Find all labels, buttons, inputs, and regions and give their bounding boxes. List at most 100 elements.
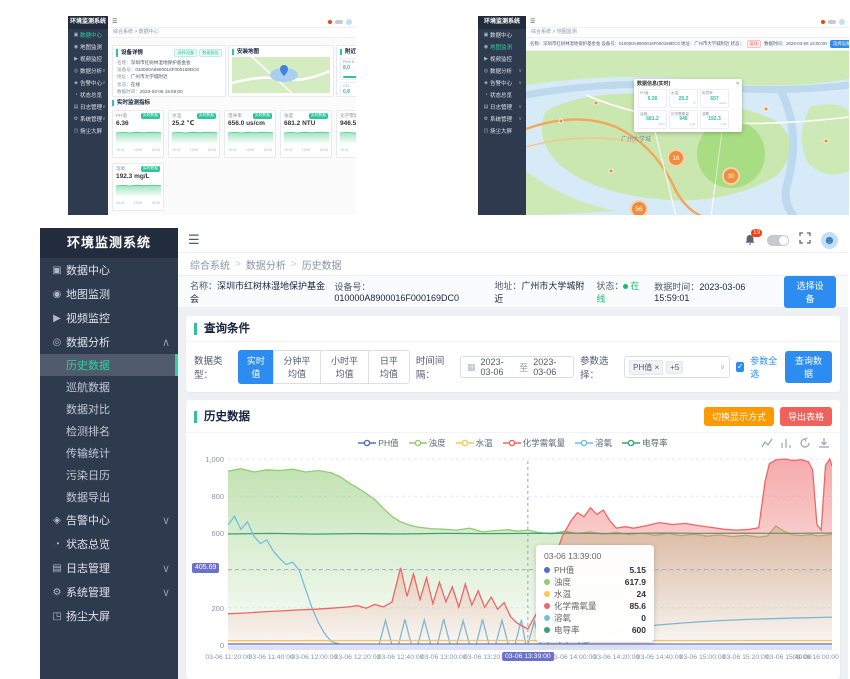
- popup-metric-水温: 水温25.2℃: [669, 89, 698, 108]
- theme-toggle[interactable]: [335, 20, 343, 24]
- legend-item-水温[interactable]: 水温: [456, 437, 493, 449]
- legend-item-PH值[interactable]: PH值: [358, 437, 398, 449]
- select-device-button[interactable]: 选择设备: [830, 40, 849, 48]
- sidebar-subitem-巡航数据[interactable]: 巡航数据: [40, 376, 178, 398]
- sidebar-item-扬尘大屏[interactable]: ◳扬尘大屏: [478, 125, 526, 137]
- select-all-checkbox[interactable]: ✓: [736, 362, 744, 372]
- cluster-marker[interactable]: 56: [631, 201, 647, 215]
- sidebar-subitem-污染日历[interactable]: 污染日历: [40, 464, 178, 486]
- panel-badge[interactable]: 选择设备: [174, 49, 197, 57]
- device-detail-panel: 设备详情选择设备数据报告名称：深圳市红树林湿地保护基金会设备号：010000A8…: [112, 45, 226, 97]
- sidebar-item-数据中心[interactable]: ▣数据中心: [478, 29, 526, 41]
- sidebar-item-地图监测[interactable]: ◉地图监测: [40, 282, 178, 306]
- legend-item-溶氧[interactable]: 溶氧: [575, 437, 612, 449]
- sidebar-subitem-历史数据[interactable]: 历史数据: [40, 354, 178, 376]
- sidebar-subitem-数据导出[interactable]: 数据导出: [40, 486, 178, 508]
- param-tag[interactable]: PH值 ×: [629, 360, 663, 375]
- param-multiselect[interactable]: PH值 × +5 ∨: [624, 356, 730, 378]
- bell-icon[interactable]: [821, 20, 825, 24]
- close-icon[interactable]: ×: [736, 81, 739, 88]
- download-icon[interactable]: [818, 436, 830, 454]
- sidebar-item-系统管理[interactable]: ⚙系统管理∨: [478, 113, 526, 125]
- data-type-日平均值[interactable]: 日平均值: [368, 350, 410, 384]
- sidebar-subitem-数据对比[interactable]: 数据对比: [40, 398, 178, 420]
- legend-label: 浊度: [429, 437, 446, 449]
- sidebar-item-告警中心[interactable]: ◈告警中心∨: [40, 508, 178, 532]
- sidebar-item-告警中心[interactable]: ◈告警中心∨: [478, 77, 526, 89]
- device-marker[interactable]: [594, 101, 598, 105]
- theme-toggle[interactable]: [828, 20, 836, 24]
- avatar[interactable]: [839, 19, 845, 25]
- sidebar-item-状态总览[interactable]: ◔状态总览: [68, 89, 108, 101]
- sidebar-item-地图监测[interactable]: ◉地图监测: [68, 41, 108, 53]
- map-area[interactable]: 163056广州大学城数据信息(实时)×PH值6.36水温25.2℃电导率657…: [526, 51, 849, 215]
- device-marker[interactable]: [609, 169, 613, 173]
- sidebar-item-日志管理[interactable]: ▤日志管理∨: [478, 101, 526, 113]
- bell-icon[interactable]: 19: [743, 233, 757, 247]
- panel-badge[interactable]: 数据报告: [199, 49, 222, 57]
- device-marker[interactable]: [824, 139, 828, 143]
- sidebar-item-数据分析[interactable]: ◎数据分析∧: [40, 330, 178, 354]
- data-type-实时值[interactable]: 实时值: [238, 350, 274, 384]
- theme-toggle[interactable]: [767, 235, 789, 246]
- sidebar-item-系统管理[interactable]: ⚙系统管理∨: [68, 113, 108, 125]
- map-canvas[interactable]: 163056广州大学城: [526, 51, 849, 215]
- data-type-小时平均值[interactable]: 小时平均值: [320, 350, 369, 384]
- data-type-分钟平均值[interactable]: 分钟平均值: [273, 350, 322, 384]
- sidebar-item-数据分析[interactable]: ◎数据分析∨: [478, 65, 526, 77]
- date-from[interactable]: 2023-03-06: [481, 357, 515, 377]
- sidebar-item-系统管理[interactable]: ⚙系统管理∨: [40, 580, 178, 604]
- sidebar-item-视频监控[interactable]: ▶视频监控: [478, 53, 526, 65]
- x-tick-highlighted[interactable]: 03-06 13:39:00: [502, 652, 554, 661]
- cluster-marker[interactable]: 30: [723, 168, 739, 184]
- switch-display-button[interactable]: 切换显示方式: [704, 407, 774, 426]
- bell-icon[interactable]: [328, 20, 332, 24]
- chart-area[interactable]: 1,0008006002000 405.69 03-06 11:20:0003-…: [194, 453, 832, 671]
- hamburger-icon[interactable]: ☰: [530, 18, 535, 25]
- tag-close-icon[interactable]: ×: [655, 363, 660, 372]
- export-table-button[interactable]: 导出表格: [780, 407, 832, 426]
- device-marker[interactable]: [764, 107, 768, 111]
- restore-icon[interactable]: [799, 436, 811, 454]
- cluster-marker[interactable]: 16: [668, 150, 684, 166]
- sidebar-item-label: 日志管理: [490, 103, 518, 111]
- bar-chart-icon[interactable]: [780, 436, 792, 454]
- fullscreen-icon[interactable]: [799, 231, 811, 249]
- x-tick-label: 03-06 14:20:00: [593, 654, 639, 661]
- device-marker[interactable]: [559, 119, 563, 123]
- line-chart[interactable]: [228, 453, 832, 651]
- avatar[interactable]: [346, 19, 352, 25]
- legend-item-化学需氧量[interactable]: 化学需氧量: [503, 437, 566, 449]
- breadcrumb-item[interactable]: 历史数据: [302, 257, 342, 272]
- sidebar-item-数据中心[interactable]: ▣数据中心: [40, 258, 178, 282]
- mini-map[interactable]: [232, 57, 330, 93]
- legend-item-电导率[interactable]: 电导率: [622, 437, 668, 449]
- legend-item-浊度[interactable]: 浊度: [409, 437, 446, 449]
- sidebar-item-告警中心[interactable]: ◈告警中心∨: [68, 77, 108, 89]
- sidebar-item-视频监控[interactable]: ▶视频监控: [40, 306, 178, 330]
- sidebar-item-扬尘大屏[interactable]: ◳扬尘大屏: [68, 125, 108, 137]
- date-to[interactable]: 2023-03-06: [533, 357, 567, 377]
- date-range-picker[interactable]: ▦ 2023-03-06 至 2023-03-06: [460, 356, 574, 378]
- breadcrumb-item[interactable]: 数据分析: [246, 257, 286, 272]
- sidebar-item-日志管理[interactable]: ▤日志管理∨: [40, 556, 178, 580]
- avatar[interactable]: ☻: [821, 232, 838, 249]
- hamburger-icon[interactable]: ☰: [188, 232, 200, 248]
- sidebar-subitem-传输统计[interactable]: 传输统计: [40, 442, 178, 464]
- sidebar-item-日志管理[interactable]: ▤日志管理∨: [68, 101, 108, 113]
- mini-topbar-icons: [328, 19, 352, 25]
- sidebar-item-地图监测[interactable]: ◉地图监测: [478, 41, 526, 53]
- query-data-button[interactable]: 查询数据: [785, 351, 832, 383]
- sidebar-item-状态总览[interactable]: ◔状态总览: [478, 89, 526, 101]
- datazoom-strip[interactable]: [228, 646, 832, 650]
- hamburger-icon[interactable]: ☰: [112, 18, 117, 25]
- sidebar-item-数据中心[interactable]: ▣数据中心: [68, 29, 108, 41]
- line-chart-icon[interactable]: [761, 436, 773, 454]
- sidebar-item-扬尘大屏[interactable]: ◳扬尘大屏: [40, 604, 178, 628]
- sidebar-item-视频监控[interactable]: ▶视频监控: [68, 53, 108, 65]
- sidebar-item-状态总览[interactable]: ◔状态总览: [40, 532, 178, 556]
- sidebar-item-数据分析[interactable]: ◎数据分析∨: [68, 65, 108, 77]
- breadcrumb-item[interactable]: 综合系统: [190, 257, 230, 272]
- sidebar-subitem-检测排名[interactable]: 检测排名: [40, 420, 178, 442]
- select-device-button[interactable]: 选择设备: [784, 276, 836, 308]
